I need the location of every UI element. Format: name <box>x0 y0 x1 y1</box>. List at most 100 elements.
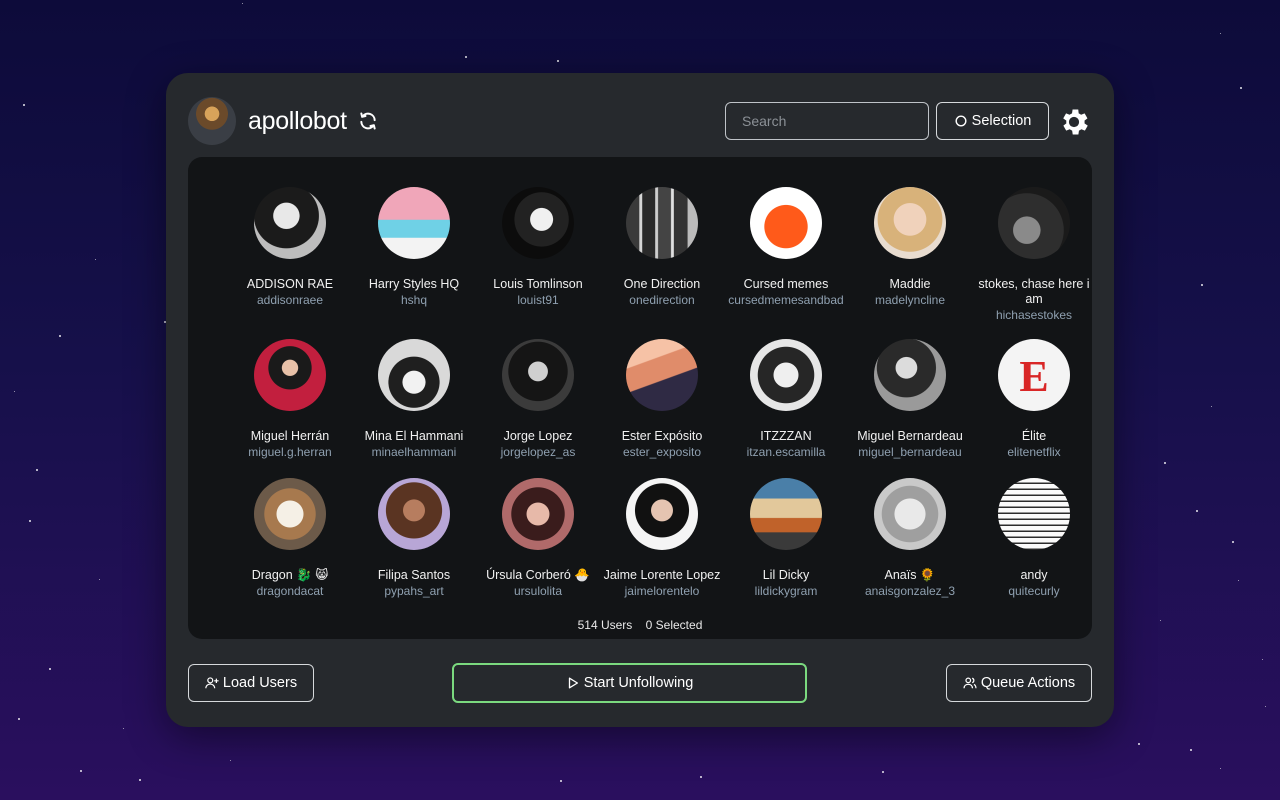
username-title: apollobot <box>248 107 347 135</box>
user-card[interactable]: Filipa Santos pypahs_art <box>352 478 476 599</box>
user-name: Miguel Herrán <box>250 429 330 443</box>
user-avatar[interactable] <box>502 187 574 259</box>
user-handle: minaelhammani <box>371 445 457 459</box>
circle-icon <box>955 115 967 127</box>
start-unfollowing-label: Start Unfollowing <box>583 675 694 691</box>
star <box>557 60 559 62</box>
user-avatar[interactable] <box>750 339 822 411</box>
search-input[interactable] <box>725 102 929 140</box>
star <box>1232 541 1234 543</box>
user-name: Lil Dicky <box>762 568 810 582</box>
refresh-icon[interactable] <box>358 111 378 131</box>
user-card[interactable]: stokes, chase here i am hichasestokes <box>972 187 1096 323</box>
star <box>882 771 884 773</box>
user-name: Maddie <box>889 277 931 291</box>
user-card[interactable]: Cursed memes cursedmemesandbad <box>724 187 848 308</box>
user-card[interactable]: Mina El Hammani minaelhammani <box>352 339 476 460</box>
user-card[interactable]: andy quitecurly <box>972 478 1096 599</box>
user-handle: hichasestokes <box>995 308 1073 322</box>
user-avatar[interactable]: E <box>998 339 1070 411</box>
user-card[interactable]: Jorge Lopez jorgelopez_as <box>476 339 600 460</box>
user-avatar[interactable] <box>502 478 574 550</box>
star <box>36 469 38 471</box>
users-icon <box>963 677 977 689</box>
user-avatar[interactable] <box>874 478 946 550</box>
user-card[interactable]: Ester Expósito ester_exposito <box>600 339 724 460</box>
user-handle: madelyncline <box>874 293 946 307</box>
user-handle: ursulolita <box>513 584 563 598</box>
user-avatar[interactable] <box>254 478 326 550</box>
selection-button[interactable]: Selection <box>936 102 1049 140</box>
user-avatar[interactable] <box>874 187 946 259</box>
user-handle: cursedmemesandbad <box>728 293 844 307</box>
start-unfollowing-button[interactable]: Start Unfollowing <box>452 663 807 703</box>
user-handle: elitenetflix <box>1007 445 1061 459</box>
user-name: Úrsula Corberó 🐣 <box>486 568 590 582</box>
user-handle: jorgelopez_as <box>500 445 576 459</box>
load-users-label: Load Users <box>222 675 298 691</box>
user-avatar[interactable] <box>874 339 946 411</box>
user-name: Jaime Lorente Lopez <box>603 568 721 582</box>
user-card[interactable]: Anaïs 🌻 anaisgonzalez_3 <box>848 478 972 599</box>
user-avatar[interactable] <box>378 339 450 411</box>
user-handle: hshq <box>400 293 428 307</box>
user-handle: quitecurly <box>1008 584 1060 598</box>
load-users-button[interactable]: Load Users <box>188 664 314 702</box>
user-avatar[interactable] <box>998 478 1070 550</box>
user-card[interactable]: Dragon 🐉 😸 dragondacat <box>228 478 352 599</box>
user-card[interactable]: Maddie madelyncline <box>848 187 972 308</box>
user-card[interactable]: Miguel Bernardeau miguel_bernardeau <box>848 339 972 460</box>
star <box>1240 87 1242 89</box>
user-name: ITZZZAN <box>760 429 812 443</box>
user-avatar[interactable] <box>750 187 822 259</box>
user-avatar[interactable] <box>378 187 450 259</box>
user-card[interactable]: Harry Styles HQ hshq <box>352 187 476 308</box>
stats-bar: 514 Users 0 Selected <box>188 618 1092 632</box>
star <box>1262 659 1263 660</box>
user-avatar[interactable] <box>254 187 326 259</box>
star <box>49 668 51 670</box>
star <box>23 104 25 106</box>
user-name: Élite <box>1021 429 1047 443</box>
user-handle: ester_exposito <box>622 445 702 459</box>
user-name: ADDISON RAE <box>246 277 334 291</box>
user-card[interactable]: E Élite elitenetflix <box>972 339 1096 460</box>
user-card[interactable]: One Direction onedirection <box>600 187 724 308</box>
user-name: Dragon 🐉 😸 <box>251 568 329 582</box>
queue-actions-button[interactable]: Queue Actions <box>946 664 1092 702</box>
user-card[interactable]: Úrsula Corberó 🐣 ursulolita <box>476 478 600 599</box>
user-avatar[interactable] <box>998 187 1070 259</box>
user-card[interactable]: Miguel Herrán miguel.g.herran <box>228 339 352 460</box>
star <box>59 335 61 337</box>
user-name: andy <box>1020 568 1048 582</box>
profile-avatar[interactable] <box>188 97 236 145</box>
user-name: Jorge Lopez <box>503 429 573 443</box>
user-avatar[interactable] <box>626 187 698 259</box>
star <box>1201 284 1203 286</box>
star <box>1220 33 1221 34</box>
user-avatar[interactable] <box>626 339 698 411</box>
user-handle: miguel.g.herran <box>248 445 332 459</box>
star <box>14 391 15 392</box>
user-handle: miguel_bernardeau <box>858 445 962 459</box>
user-handle: dragondacat <box>256 584 324 598</box>
user-card[interactable]: Louis Tomlinson louist91 <box>476 187 600 308</box>
user-handle: addisonraee <box>256 293 324 307</box>
gear-icon[interactable] <box>1057 105 1091 139</box>
user-card[interactable]: Lil Dicky lildickygram <box>724 478 848 599</box>
user-name: Harry Styles HQ <box>368 277 460 291</box>
queue-actions-label: Queue Actions <box>980 675 1076 691</box>
user-avatar[interactable] <box>626 478 698 550</box>
user-avatar[interactable] <box>750 478 822 550</box>
user-name: Miguel Bernardeau <box>857 429 963 443</box>
play-icon <box>568 677 578 689</box>
user-avatar[interactable] <box>502 339 574 411</box>
user-grid: ADDISON RAE addisonraee Harry Styles HQ hsh… <box>188 157 1092 639</box>
user-card[interactable]: ITZZZAN itzan.escamilla <box>724 339 848 460</box>
user-card[interactable]: ADDISON RAE addisonraee <box>228 187 352 308</box>
user-avatar[interactable] <box>254 339 326 411</box>
star <box>1220 768 1221 769</box>
user-card[interactable]: Jaime Lorente Lopez jaimelorentelo <box>600 478 724 599</box>
selected-count: 0 Selected <box>645 618 703 632</box>
user-avatar[interactable] <box>378 478 450 550</box>
